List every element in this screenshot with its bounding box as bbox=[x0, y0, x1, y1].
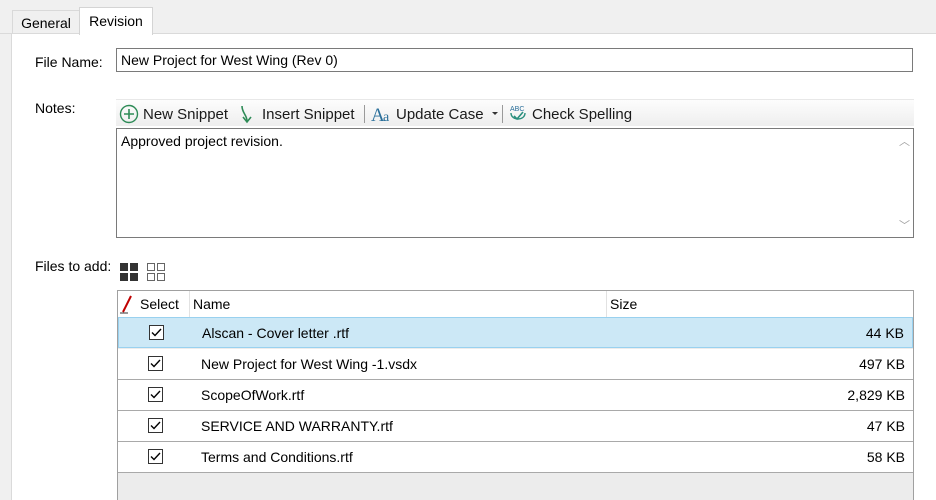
column-header-size[interactable]: Size bbox=[607, 291, 913, 317]
row-checkbox[interactable] bbox=[148, 356, 163, 371]
update-case-icon: A a bbox=[371, 105, 390, 124]
grid-header: Select Name Size bbox=[118, 291, 913, 318]
table-row[interactable]: Alscan - Cover letter .rtf 44 KB bbox=[118, 317, 913, 348]
file-name-cell: ScopeOfWork.rtf bbox=[201, 387, 305, 403]
scroll-down-icon[interactable]: ﹀ bbox=[899, 217, 910, 233]
svg-text:a: a bbox=[383, 110, 390, 124]
toolbar-separator bbox=[364, 105, 365, 123]
table-row[interactable]: SERVICE AND WARRANTY.rtf 47 KB bbox=[118, 411, 913, 442]
tab-strip: General Revision bbox=[0, 0, 936, 35]
notes-textarea[interactable]: Approved project revision. ︿ ﹀ bbox=[116, 128, 914, 238]
row-checkbox[interactable] bbox=[148, 418, 163, 433]
table-row[interactable]: New Project for West Wing -1.vsdx 497 KB bbox=[118, 349, 913, 380]
row-checkbox[interactable] bbox=[148, 387, 163, 402]
checkmark-icon bbox=[150, 421, 161, 430]
view-mode-strip bbox=[116, 257, 914, 287]
toolbar-separator bbox=[502, 105, 503, 123]
notes-text: Approved project revision. bbox=[121, 133, 283, 149]
select-header-label: Select bbox=[140, 296, 179, 312]
table-row[interactable]: Terms and Conditions.rtf 58 KB bbox=[118, 442, 913, 473]
pencil-icon bbox=[120, 295, 132, 314]
plus-circle-icon bbox=[119, 104, 139, 124]
new-snippet-label: New Snippet bbox=[143, 105, 229, 123]
small-icons-view-icon[interactable] bbox=[146, 261, 168, 283]
checkmark-icon bbox=[150, 390, 161, 399]
files-grid: Select Name Size Alscan - Cover letter .… bbox=[117, 290, 914, 500]
spell-check-icon: ABC bbox=[510, 106, 526, 121]
check-spelling-button[interactable]: ABC Check Spelling bbox=[507, 103, 632, 125]
file-name-label: File Name: bbox=[35, 54, 103, 70]
files-to-add-label: Files to add: bbox=[35, 258, 112, 274]
file-name-input[interactable]: New Project for West Wing (Rev 0) bbox=[116, 48, 913, 72]
update-case-label: Update Case bbox=[396, 105, 484, 123]
tab-revision[interactable]: Revision bbox=[79, 7, 153, 35]
notes-toolbar: New Snippet Insert Snippet A a Update Ca… bbox=[116, 99, 914, 126]
file-size-cell: 2,829 KB bbox=[847, 387, 905, 403]
file-size-cell: 58 KB bbox=[866, 449, 905, 465]
insert-snippet-label: Insert Snippet bbox=[262, 105, 355, 123]
notes-label: Notes: bbox=[35, 100, 76, 116]
update-case-button[interactable]: A a Update Case bbox=[371, 103, 500, 125]
file-name-cell: SERVICE AND WARRANTY.rtf bbox=[201, 418, 393, 434]
chevron-down-icon[interactable] bbox=[490, 110, 500, 118]
file-size-cell: 47 KB bbox=[866, 418, 905, 434]
row-checkbox[interactable] bbox=[149, 325, 164, 340]
arrow-down-curve-icon bbox=[241, 105, 252, 124]
checkmark-icon bbox=[150, 359, 161, 368]
check-spelling-label: Check Spelling bbox=[532, 105, 633, 123]
file-name-cell: Terms and Conditions.rtf bbox=[201, 449, 353, 465]
row-checkbox[interactable] bbox=[148, 449, 163, 464]
file-size-cell: 497 KB bbox=[859, 356, 905, 372]
column-header-name[interactable]: Name bbox=[190, 291, 607, 317]
insert-snippet-button[interactable]: Insert Snippet bbox=[238, 103, 355, 125]
file-name-cell: Alscan - Cover letter .rtf bbox=[202, 325, 350, 341]
file-size-cell: 44 KB bbox=[865, 325, 904, 341]
large-icons-view-icon[interactable] bbox=[119, 261, 141, 283]
table-row[interactable]: ScopeOfWork.rtf 2,829 KB bbox=[118, 380, 913, 411]
file-name-cell: New Project for West Wing -1.vsdx bbox=[201, 356, 418, 372]
checkmark-icon bbox=[151, 328, 162, 337]
new-snippet-button[interactable]: New Snippet bbox=[119, 103, 228, 125]
column-header-select[interactable]: Select bbox=[118, 291, 190, 317]
checkmark-icon bbox=[150, 452, 161, 461]
scroll-up-icon[interactable]: ︿ bbox=[899, 133, 910, 149]
tab-general[interactable]: General bbox=[12, 10, 80, 34]
notes-scrollbar[interactable]: ︿ ﹀ bbox=[896, 129, 913, 237]
